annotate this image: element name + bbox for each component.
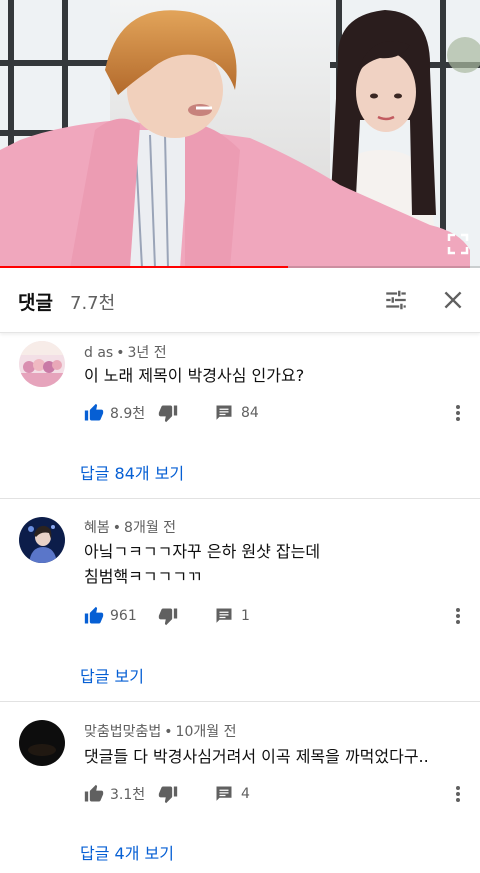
comment-author[interactable]: 맞춤법맞춤법 <box>84 724 161 740</box>
comment-meta: 맞춤법맞춤법 • 10개월 전 <box>84 721 236 741</box>
comment-actions: 3.1천 4 <box>84 782 474 806</box>
comment-time: 3년 전 <box>127 345 167 361</box>
dislike-button[interactable] <box>158 782 178 806</box>
view-replies-link[interactable]: 답글 4개 보기 <box>80 840 174 864</box>
comment-author[interactable]: 혜봄 <box>84 520 110 536</box>
close-icon[interactable] <box>440 287 466 313</box>
comment-line: 댓글들 다 박경사심거려서 이곡 제목을 까먹었다구.. <box>84 747 429 766</box>
comment-actions: 961 1 <box>84 604 474 628</box>
comment-icon <box>216 786 232 801</box>
comments-header: 댓글 7.7천 <box>0 270 480 333</box>
meta-separator: • <box>116 345 125 361</box>
view-replies-link[interactable]: 답글 보기 <box>80 663 144 687</box>
thumbs-down-icon <box>158 405 178 423</box>
meta-separator: • <box>112 520 122 536</box>
reply-count: 4 <box>241 786 250 802</box>
sort-icon[interactable] <box>383 287 409 313</box>
like-button[interactable]: 3.1천 <box>84 782 145 806</box>
fullscreen-icon[interactable] <box>446 232 470 256</box>
comment-line: 이 노래 제목이 박경사심 인가요? <box>84 366 305 385</box>
comment-icon <box>216 405 232 420</box>
thumbs-down-icon <box>158 786 178 804</box>
comment-text: 이 노래 제목이 박경사심 인가요? <box>84 363 464 388</box>
comment-thread: 혜봄 • 8개월 전 아닠ㄱㅋㄱㄱ자꾸 은하 원샷 잡는데 침범핵ㅋㄱㄱㄱㄲ 961… <box>0 499 480 702</box>
comments-count: 7.7천 <box>70 293 116 314</box>
thumbs-down-icon <box>158 608 178 626</box>
dislike-button[interactable] <box>158 604 178 628</box>
like-count: 961 <box>110 608 137 624</box>
comment-text: 댓글들 다 박경사심거려서 이곡 제목을 까먹었다구.. <box>84 744 464 769</box>
progress-fill <box>0 266 288 268</box>
comment-time: 10개월 전 <box>175 724 237 740</box>
reply-count: 1 <box>241 608 250 624</box>
thumbs-up-icon <box>84 784 104 802</box>
comment-text: 아닠ㄱㅋㄱㄱ자꾸 은하 원샷 잡는데 침범핵ㅋㄱㄱㄱㄲ <box>84 539 464 589</box>
view-replies-link[interactable]: 답글 84개 보기 <box>80 460 184 484</box>
more-options-icon[interactable] <box>448 604 468 628</box>
reply-count: 84 <box>241 405 259 421</box>
meta-separator: • <box>164 724 173 740</box>
comment-time: 8개월 전 <box>124 520 177 536</box>
avatar[interactable] <box>19 341 65 387</box>
comment-meta: 혜봄 • 8개월 전 <box>84 517 176 537</box>
thumbs-up-icon <box>84 606 104 624</box>
video-frame <box>0 0 480 268</box>
like-count: 3.1천 <box>110 787 146 803</box>
comment-line: 침범핵ㅋㄱㄱㄱㄲ <box>84 567 202 586</box>
video-player[interactable] <box>0 0 480 268</box>
like-count: 8.9천 <box>110 406 146 422</box>
more-options-icon[interactable] <box>448 401 468 425</box>
reply-button[interactable]: 84 <box>215 401 259 425</box>
reply-button[interactable]: 4 <box>215 782 250 806</box>
thumbs-up-icon <box>84 403 104 421</box>
like-button[interactable]: 961 <box>84 604 137 628</box>
reply-button[interactable]: 1 <box>215 604 250 628</box>
more-options-icon[interactable] <box>448 782 468 806</box>
comment-icon <box>216 608 232 623</box>
comment-author[interactable]: d as <box>84 345 113 361</box>
comment-line: 아닠ㄱㅋㄱㄱ자꾸 은하 원샷 잡는데 <box>84 542 321 561</box>
comment-thread: 맞춤법맞춤법 • 10개월 전 댓글들 다 박경사심거려서 이곡 제목을 까먹었다구… <box>0 702 480 873</box>
like-button[interactable]: 8.9천 <box>84 401 145 425</box>
dislike-button[interactable] <box>158 401 178 425</box>
comment-actions: 8.9천 84 <box>84 401 474 425</box>
avatar[interactable] <box>19 517 65 563</box>
comment-thread: d as • 3년 전 이 노래 제목이 박경사심 인가요? 8.9천 84 답글 … <box>0 333 480 499</box>
comments-title: 댓글 <box>18 292 53 314</box>
avatar[interactable] <box>19 720 65 766</box>
comment-meta: d as • 3년 전 <box>84 342 167 362</box>
